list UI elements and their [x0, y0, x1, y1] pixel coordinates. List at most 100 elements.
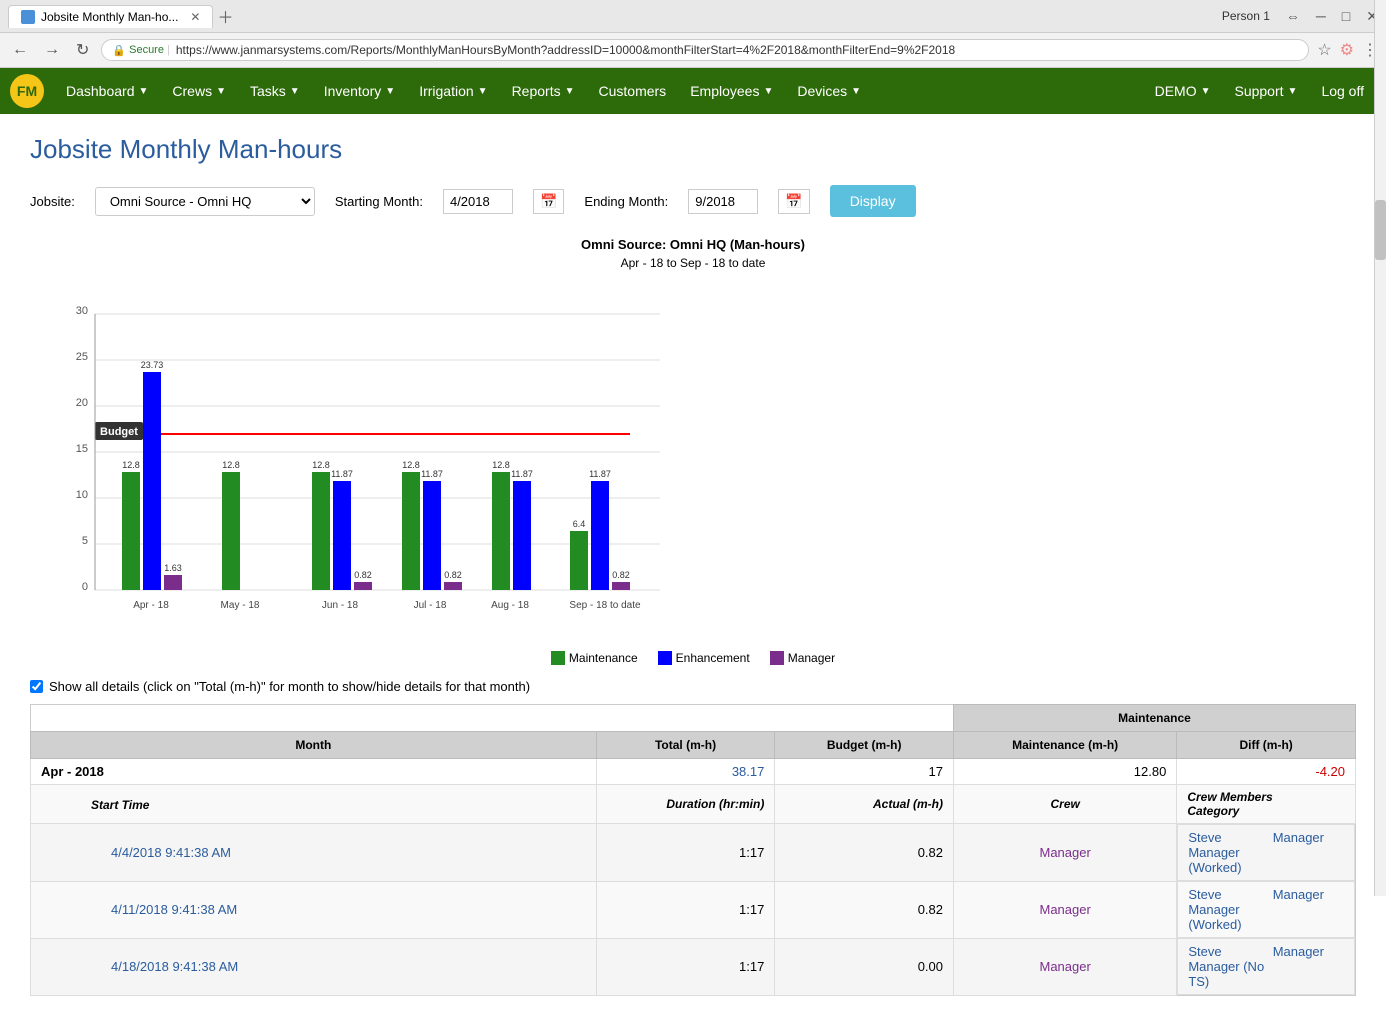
nav-dashboard[interactable]: Dashboard ▼ [54, 68, 160, 114]
tab-close-icon[interactable]: ✕ [190, 10, 200, 24]
nav-irrigation-label: Irrigation [419, 83, 473, 99]
start-time-2[interactable]: 4/11/2018 9:41:38 AM [111, 902, 237, 917]
maximize-icon[interactable]: □ [1342, 8, 1350, 24]
actual-mh-1: 0.82 [775, 824, 954, 882]
tab-title: Jobsite Monthly Man-ho... [41, 10, 178, 24]
nav-employees[interactable]: Employees ▼ [678, 68, 785, 114]
svg-text:May - 18: May - 18 [221, 600, 260, 611]
actual-mh-3: 0.00 [775, 938, 954, 996]
reload-button[interactable]: ↻ [72, 40, 93, 60]
detail-row-1: 4/4/2018 9:41:38 AM 1:17 0.82 Manager St… [31, 824, 1356, 882]
browser-titlebar: Jobsite Monthly Man-ho... ✕ ＋ Person 1 ⇔… [0, 0, 1386, 33]
minimize-icon[interactable]: ─ [1316, 8, 1326, 24]
lock-icon: 🔒 [112, 44, 126, 57]
nav-inventory[interactable]: Inventory ▼ [312, 68, 408, 114]
page-title: Jobsite Monthly Man-hours [30, 134, 1356, 165]
svg-text:11.87: 11.87 [511, 469, 533, 479]
svg-text:Jun - 18: Jun - 18 [322, 600, 359, 611]
back-button[interactable]: ← [8, 41, 32, 59]
legend-enhancement: Enhancement [658, 651, 750, 665]
ending-month-input[interactable] [688, 189, 758, 214]
diff-mh-cell: -4.20 [1177, 759, 1356, 785]
crews-chevron: ▼ [216, 86, 226, 97]
sub-header-row: Start Time Duration (hr:min) Actual (m-h… [31, 785, 1356, 824]
nav-crews-label: Crews [172, 83, 212, 99]
brand-logo[interactable]: FM [10, 74, 44, 108]
legend-maintenance: Maintenance [551, 651, 638, 665]
nav-demo[interactable]: DEMO ▼ [1143, 68, 1223, 114]
svg-text:25: 25 [76, 351, 88, 363]
legend-manager-label: Manager [788, 651, 835, 665]
navbar: FM Dashboard ▼ Crews ▼ Tasks ▼ Inventory… [0, 68, 1386, 114]
month-cell: Apr - 2018 [31, 759, 597, 785]
address-box[interactable]: 🔒 Secure | https://www.janmarsystems.com… [101, 39, 1309, 61]
nav-reports[interactable]: Reports ▼ [500, 68, 587, 114]
actual-mh-2: 0.82 [775, 881, 954, 938]
display-button[interactable]: Display [830, 185, 916, 217]
col-diff-mh: Diff (m-h) [1177, 732, 1356, 759]
legend-manager: Manager [770, 651, 835, 665]
svg-text:0: 0 [82, 581, 88, 593]
nav-devices[interactable]: Devices ▼ [785, 68, 873, 114]
forward-button[interactable]: → [40, 41, 64, 59]
secure-label: Secure [129, 44, 164, 56]
starting-month-input[interactable] [443, 189, 513, 214]
show-details-checkbox[interactable] [30, 680, 43, 693]
star-icon[interactable]: ☆ [1317, 40, 1331, 60]
svg-text:0.82: 0.82 [612, 570, 630, 580]
new-tab-icon[interactable]: ＋ [217, 4, 233, 28]
svg-text:12.8: 12.8 [222, 460, 240, 470]
nav-support[interactable]: Support ▼ [1222, 68, 1309, 114]
nav-crews[interactable]: Crews ▼ [160, 68, 238, 114]
nav-logoff[interactable]: Log off [1309, 68, 1376, 114]
start-time-1[interactable]: 4/4/2018 9:41:38 AM [111, 845, 231, 860]
chart-legend: Maintenance Enhancement Manager [30, 651, 1356, 665]
scrollbar[interactable] [1374, 0, 1386, 896]
legend-maintenance-label: Maintenance [569, 651, 638, 665]
svg-text:Aug - 18: Aug - 18 [491, 600, 529, 611]
nav-devices-label: Devices [797, 83, 847, 99]
svg-text:11.87: 11.87 [421, 469, 443, 479]
svg-text:Apr - 18: Apr - 18 [133, 600, 169, 611]
svg-text:Jul - 18: Jul - 18 [414, 600, 447, 611]
nav-customers[interactable]: Customers [587, 68, 679, 114]
sub-col-crew-members: Crew Members Category [1177, 785, 1356, 824]
nav-irrigation[interactable]: Irrigation ▼ [407, 68, 499, 114]
nav-tasks[interactable]: Tasks ▼ [238, 68, 312, 114]
svg-text:1.63: 1.63 [164, 563, 182, 573]
employees-chevron: ▼ [763, 86, 773, 97]
page-content: Jobsite Monthly Man-hours Jobsite: Omni … [0, 114, 1386, 1016]
detail-row-3: 4/18/2018 9:41:38 AM 1:17 0.00 Manager S… [31, 938, 1356, 996]
starting-month-calendar[interactable]: 📅 [533, 189, 564, 214]
browser-tab[interactable]: Jobsite Monthly Man-ho... ✕ [8, 5, 213, 28]
sub-col-actual-mh: Actual (m-h) [775, 785, 954, 824]
col-maintenance-mh: Maintenance (m-h) [954, 732, 1177, 759]
svg-text:12.8: 12.8 [122, 460, 140, 470]
svg-text:15: 15 [76, 443, 88, 455]
detail-row-2: 4/11/2018 9:41:38 AM 1:17 0.82 Manager S… [31, 881, 1356, 938]
svg-text:12.8: 12.8 [492, 460, 510, 470]
user-label: Person 1 [1222, 9, 1270, 23]
filter-row: Jobsite: Omni Source - Omni HQ Starting … [30, 185, 1356, 217]
total-mh-cell[interactable]: 38.17 [596, 759, 775, 785]
reports-chevron: ▼ [565, 86, 575, 97]
start-time-3[interactable]: 4/18/2018 9:41:38 AM [111, 959, 238, 974]
svg-text:23.73: 23.73 [141, 360, 164, 370]
jobsite-select[interactable]: Omni Source - Omni HQ [95, 187, 315, 216]
nav-support-label: Support [1234, 83, 1283, 99]
svg-text:0.82: 0.82 [444, 570, 462, 580]
svg-text:5: 5 [82, 535, 88, 547]
scrollbar-thumb[interactable] [1375, 200, 1386, 260]
irrigation-chevron: ▼ [478, 86, 488, 97]
extension-icon[interactable]: ⚙ [1340, 40, 1354, 60]
ending-month-calendar[interactable]: 📅 [778, 189, 809, 214]
svg-text:30: 30 [76, 305, 88, 317]
duration-3: 1:17 [596, 938, 775, 996]
data-table: Maintenance Month Total (m-h) Budget (m-… [30, 704, 1356, 996]
inventory-chevron: ▼ [385, 86, 395, 97]
chart-container: Omni Source: Omni HQ (Man-hours) Apr - 1… [30, 237, 1356, 665]
svg-text:6.4: 6.4 [573, 519, 586, 529]
crew-3: Manager [954, 938, 1177, 996]
svg-text:12.8: 12.8 [312, 460, 330, 470]
col-month: Month [31, 732, 597, 759]
